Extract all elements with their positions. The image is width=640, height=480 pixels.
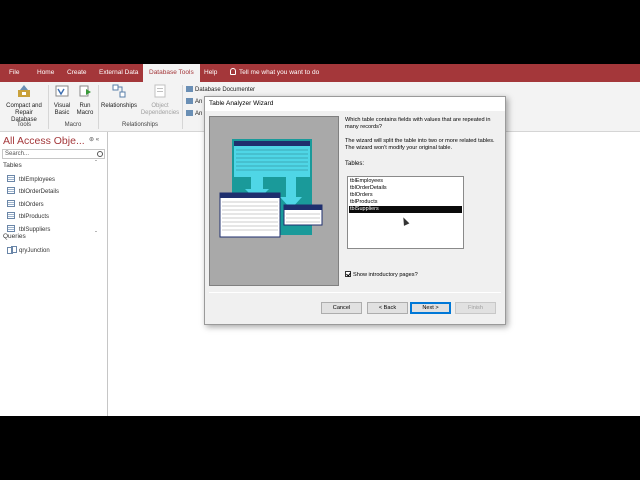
list-item-tblproducts[interactable]: tblProducts [349,199,462,206]
tab-help[interactable]: Help [198,64,223,82]
nav-search-placeholder: Search... [5,151,30,157]
tell-me-search[interactable]: Tell me what you want to do [230,64,319,82]
list-item-tblsuppliers[interactable]: tblSuppliers [349,206,462,213]
nav-item-qryjunction[interactable]: qryJunction [7,246,50,254]
tab-external-data[interactable]: External Data [93,64,144,82]
table-icon [7,187,15,194]
analyze-icon [186,98,193,104]
nav-pane-title[interactable]: All Access Obje... [3,135,85,147]
database-documenter-button[interactable]: Database Documenter [186,86,255,93]
ribbon-separator [48,85,49,129]
relationships-icon [112,84,126,98]
back-button[interactable]: < Back [367,302,408,314]
table-icon [7,225,15,232]
table-icon [7,175,15,182]
ribbon-separator [98,85,99,129]
relationships-label: Relationships [100,103,138,109]
nav-item-tblorderdetails[interactable]: tblOrderDetails [7,187,59,195]
dialog-divider [209,292,501,293]
tab-home[interactable]: Home [31,64,60,82]
wizard-explanation: The wizard will split the table into two… [345,138,495,151]
run-macro-button[interactable]: Run Macro [74,84,96,117]
show-intro-checkbox[interactable]: Show introductory pages? [345,271,418,278]
object-dependencies-icon [154,84,166,98]
object-dependencies-label: Object Dependencies [140,103,180,116]
nav-section-tables[interactable]: Tables [3,162,22,169]
chevron-up-icon[interactable]: ˆ [95,232,97,238]
finish-button[interactable]: Finish [455,302,496,314]
query-icon [7,246,17,254]
nav-item-tblproducts[interactable]: tblProducts [7,212,49,220]
dialog-title: Table Analyzer Wizard [209,100,274,107]
compact-repair-button[interactable]: Compact and Repair Database [2,84,46,124]
split-table-illustration [219,139,323,238]
ribbon-tab-bar: File Home Create External Data Database … [0,64,640,82]
nav-search-input[interactable]: Search... [2,149,105,159]
wizard-question: Which table contains fields with values … [345,117,491,130]
table-analyzer-wizard-dialog: Table Analyzer Wizard Which table contai… [204,96,506,325]
analyze-table-icon [186,110,193,116]
search-icon[interactable] [97,151,103,157]
analyze-table-label: An [195,111,203,117]
visual-basic-button[interactable]: Visual Basic [51,84,73,117]
nav-item-label: tblOrderDetails [19,189,60,195]
wizard-illustration [209,116,339,286]
tab-create[interactable]: Create [61,64,93,82]
compact-repair-icon [18,85,30,97]
tab-database-tools[interactable]: Database Tools [143,64,200,82]
nav-pane-controls[interactable]: ⊛ « [89,136,99,143]
nav-item-tblemployees[interactable]: tblEmployees [7,175,55,183]
list-item-tblorders[interactable]: tblOrders [349,192,462,199]
nav-item-tblorders[interactable]: tblOrders [7,200,44,208]
nav-item-label: qryJunction [19,248,50,254]
group-label-macro: Macro [64,122,82,128]
relationships-button[interactable]: Relationships [100,84,138,110]
visual-basic-label: Visual Basic [53,103,71,116]
tables-listbox[interactable]: tblEmployees tblOrderDetails tblOrders t… [347,176,464,249]
tab-file[interactable]: File [3,64,25,82]
access-window: File Home Create External Data Database … [0,64,640,416]
nav-item-label: tblEmployees [19,177,56,183]
nav-item-label: tblProducts [19,214,50,220]
database-documenter-label: Database Documenter [195,87,256,93]
table-icon [7,212,15,219]
tell-me-text: Tell me what you want to do [239,69,320,76]
analyze-table-button[interactable]: An [186,110,202,117]
nav-item-label: tblOrders [19,202,44,208]
table-icon [7,200,15,207]
run-macro-label: Run Macro [76,103,94,116]
object-dependencies-button[interactable]: Object Dependencies [140,84,180,117]
tables-list-label: Tables: [345,161,365,167]
list-item-tblemployees[interactable]: tblEmployees [349,178,462,185]
chevron-up-icon[interactable]: ˆ [95,161,97,167]
cancel-button[interactable]: Cancel [321,302,362,314]
show-intro-label: Show introductory pages? [353,272,418,278]
group-label-tools: Tools [16,122,31,128]
checkbox-checked-icon[interactable] [345,271,351,277]
analyze-performance-label: An [195,99,203,105]
run-macro-icon [79,85,91,97]
ribbon-separator [182,85,183,129]
navigation-pane: All Access Obje... ⊛ « Search... Tables … [0,132,108,416]
group-label-relationships: Relationships [121,122,159,128]
nav-section-queries[interactable]: Queries [3,233,26,240]
next-button[interactable]: Next > [410,302,451,314]
dialog-titlebar[interactable]: Table Analyzer Wizard [205,97,505,111]
list-item-tblorderdetails[interactable]: tblOrderDetails [349,185,462,192]
lightbulb-icon [230,68,236,75]
nav-item-tblsuppliers[interactable]: tblSuppliers [7,225,50,233]
documenter-icon [186,86,193,92]
visual-basic-icon [55,85,69,97]
compact-repair-label: Compact and Repair Database [6,103,42,123]
analyze-performance-button[interactable]: An [186,98,202,105]
